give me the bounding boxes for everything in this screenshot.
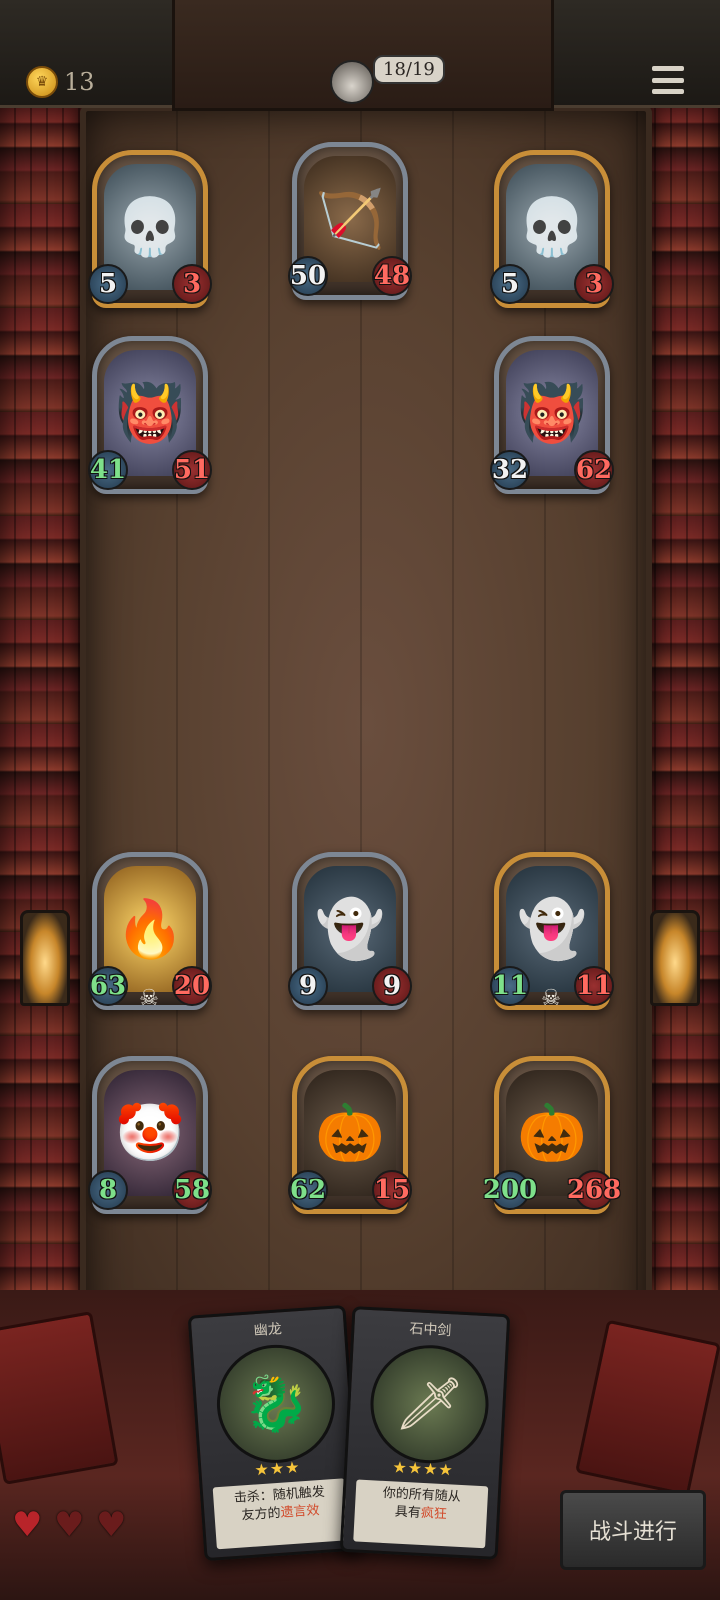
health-value: 48 bbox=[372, 256, 412, 296]
deathrattle-skull-icon: ☠ bbox=[541, 986, 561, 1011]
lamp-left bbox=[20, 910, 70, 1006]
bookshelf-right bbox=[640, 100, 720, 1360]
player-card-scarecrow[interactable]: 🎃 62 15 bbox=[288, 1056, 412, 1214]
hand-card-name: 幽龙 bbox=[253, 1321, 283, 1340]
attack-value: 5 bbox=[88, 264, 128, 304]
attack-value: 41 bbox=[88, 450, 128, 490]
player-card-flame-spirit[interactable]: 🔥 63 20 ☠ bbox=[88, 852, 212, 1011]
health-value: 3 bbox=[172, 264, 212, 304]
lives: ♥ ♥ ♥ bbox=[12, 1508, 132, 1542]
attack-value: 200 bbox=[483, 1170, 537, 1210]
gold-counter: ♛ 13 bbox=[26, 66, 95, 98]
player-card-ghost[interactable]: 👻 9 9 bbox=[288, 852, 412, 1010]
enemy-card-ogre-2[interactable]: 👹 32 62 bbox=[490, 336, 614, 494]
menu-line-icon bbox=[652, 77, 684, 83]
attack-value: 5 bbox=[490, 264, 530, 304]
attack-value: 62 bbox=[288, 1170, 328, 1210]
dragon-icon: 🐉 bbox=[212, 1340, 339, 1467]
menu-line-icon bbox=[652, 89, 684, 94]
hand-card-name: 石中剑 bbox=[409, 1321, 452, 1340]
player-card-jester[interactable]: 🤡 8 58 bbox=[88, 1056, 212, 1214]
sword-icon: 🗡 bbox=[367, 1342, 492, 1467]
heart-icon: ♥ bbox=[12, 1505, 43, 1545]
hero-portrait[interactable] bbox=[330, 60, 374, 104]
menu-line-icon bbox=[652, 66, 684, 71]
health-value: 62 bbox=[574, 450, 614, 490]
menu-button[interactable] bbox=[652, 66, 684, 94]
heart-icon: ♥ bbox=[96, 1505, 127, 1545]
hand-card-1[interactable]: 幽龙 🐉 ★★★ 击杀：随机触发 友方的遗言效 bbox=[187, 1304, 363, 1562]
health-value: 51 bbox=[172, 450, 212, 490]
heart-icon: ♥ bbox=[54, 1505, 85, 1545]
hand-card-2[interactable]: 石中剑 🗡 ★★★★ 你的所有随从 具有疯狂 bbox=[339, 1306, 511, 1560]
star-rating: ★★★★ bbox=[391, 1457, 455, 1480]
battle-button[interactable]: 战斗进行 bbox=[560, 1490, 706, 1570]
enemy-card-ogre-1[interactable]: 👹 41 51 bbox=[88, 336, 212, 494]
health-value: 58 bbox=[172, 1170, 212, 1210]
health-value: 3 bbox=[574, 264, 614, 304]
health-value: 11 bbox=[574, 966, 614, 1006]
enemy-card-archer[interactable]: 🏹 50 48 bbox=[288, 142, 412, 300]
attack-value: 50 bbox=[288, 256, 328, 296]
health-value: 20 bbox=[172, 966, 212, 1006]
attack-value: 8 bbox=[88, 1170, 128, 1210]
hand-card-description: 你的所有随从 具有疯狂 bbox=[353, 1479, 489, 1549]
health-value: 268 bbox=[567, 1170, 621, 1210]
attack-value: 11 bbox=[490, 966, 530, 1006]
enemy-card-skeleton-2[interactable]: 💀 5 3 bbox=[490, 150, 614, 308]
attack-value: 9 bbox=[288, 966, 328, 1006]
enemy-card-skeleton-1[interactable]: 💀 5 3 bbox=[88, 150, 212, 308]
lamp-right bbox=[650, 910, 700, 1006]
health-value: 15 bbox=[372, 1170, 412, 1210]
health-value: 9 bbox=[372, 966, 412, 1006]
attack-value: 32 bbox=[490, 450, 530, 490]
player-card-pumpkin-mummy[interactable]: 🎃 200 268 bbox=[483, 1056, 621, 1214]
player-card-green-ghost[interactable]: 👻 11 11 ☠ bbox=[490, 852, 614, 1011]
turn-counter: 18/19 bbox=[373, 55, 445, 84]
bookshelf-left bbox=[0, 100, 90, 1360]
attack-value: 63 bbox=[88, 966, 128, 1006]
gold-amount: 13 bbox=[64, 68, 95, 96]
crown-coin-icon: ♛ bbox=[26, 66, 58, 98]
deathrattle-skull-icon: ☠ bbox=[139, 986, 159, 1011]
hand-card-description: 击杀：随机触发 友方的遗言效 bbox=[212, 1478, 349, 1550]
